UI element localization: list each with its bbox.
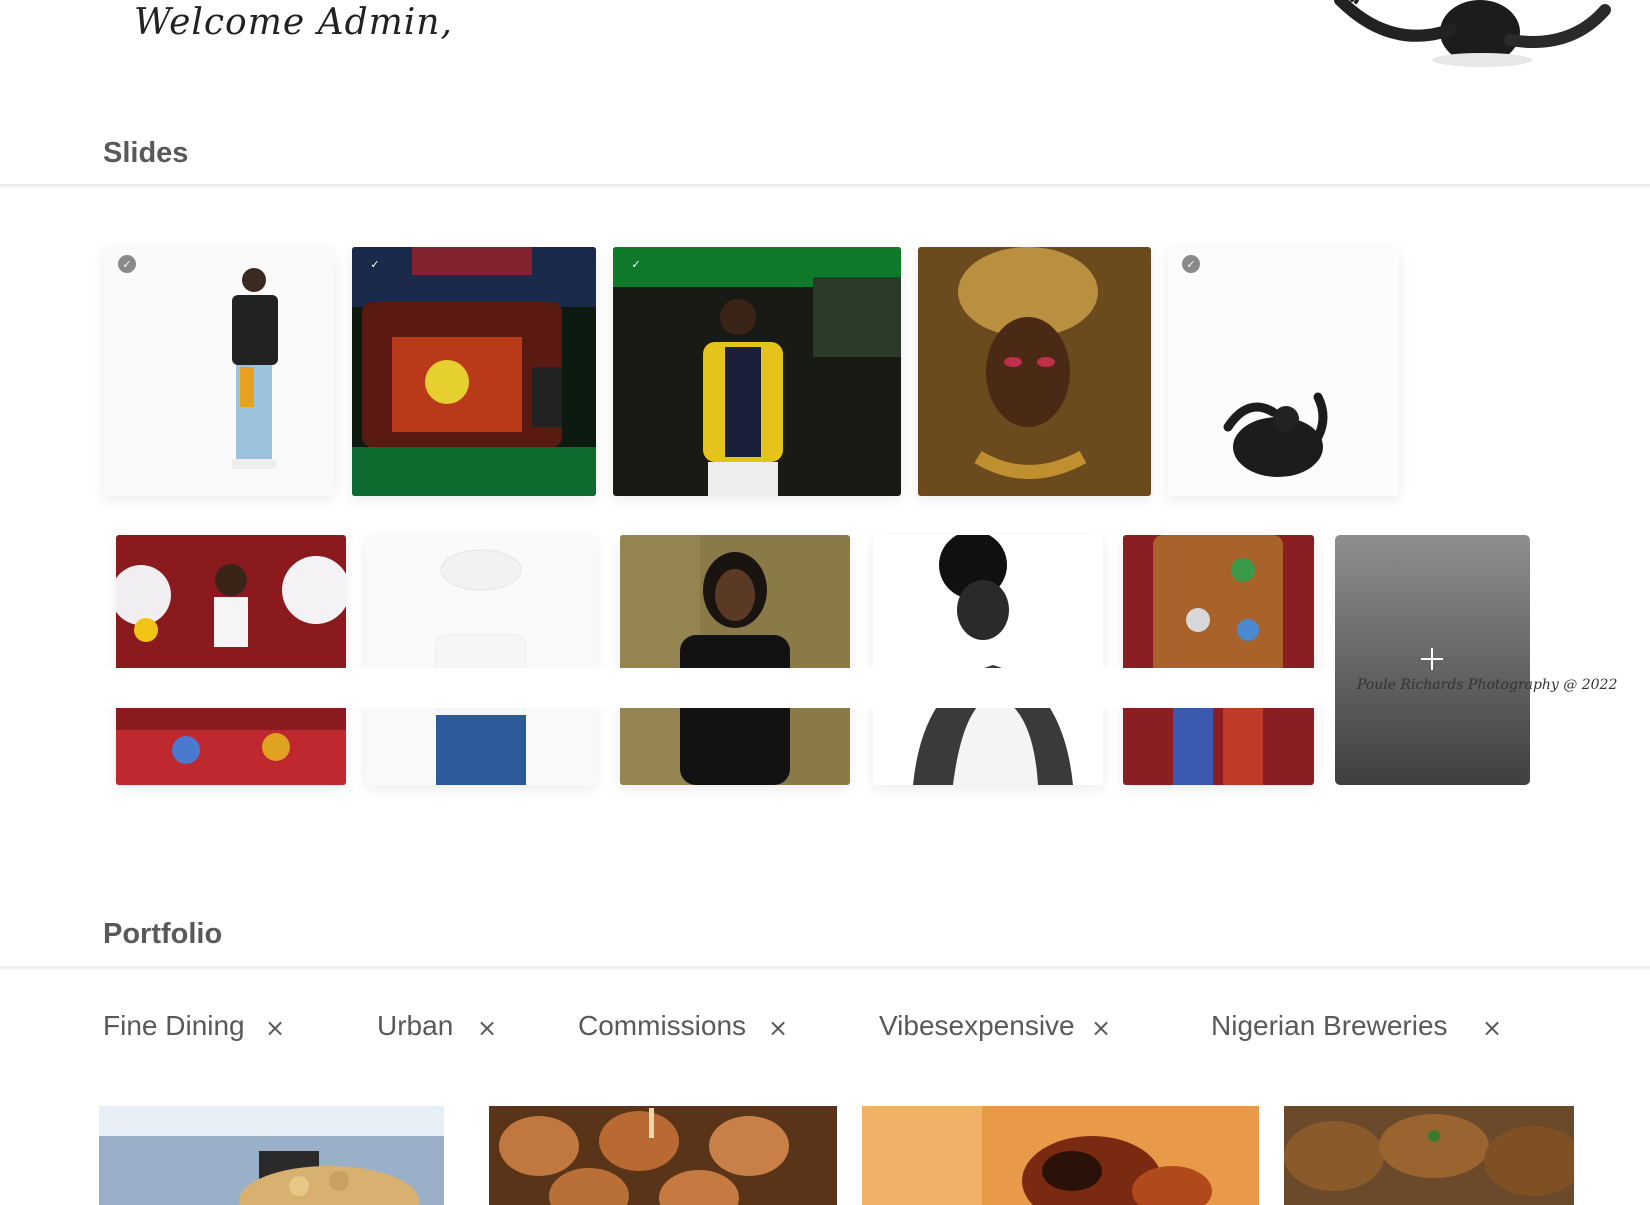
slides-divider xyxy=(0,184,1650,188)
selected-check-icon[interactable]: ✓ xyxy=(1182,255,1200,273)
streetwear-photo xyxy=(104,247,334,496)
remove-category-commissions-icon[interactable]: × xyxy=(768,1014,788,1042)
category-tag-nigerian-breweries[interactable]: Nigerian Breweries xyxy=(1211,1010,1448,1042)
hero-figure-image xyxy=(1334,0,1611,67)
singer-studio-photo xyxy=(613,247,901,496)
slide-tile[interactable] xyxy=(620,535,850,785)
remove-category-nigerian-breweries-icon[interactable]: × xyxy=(1482,1014,1502,1042)
selected-check-icon[interactable]: ✓ xyxy=(627,255,645,273)
welcome-greeting: Welcome Admin, xyxy=(134,2,453,43)
floral-portrait-photo xyxy=(116,535,346,785)
remove-category-fine-dining-icon[interactable]: × xyxy=(265,1014,285,1042)
slide-tile[interactable] xyxy=(1123,535,1314,785)
category-tag-commissions[interactable]: Commissions xyxy=(578,1010,746,1042)
portfolio-thumbnail[interactable] xyxy=(489,1106,837,1205)
slide-tile[interactable]: ✓ xyxy=(613,247,901,496)
stuffed-buns-photo xyxy=(489,1106,837,1205)
bw-profile-photo xyxy=(873,535,1103,785)
portfolio-section-title: Portfolio xyxy=(103,918,223,950)
portfolio-thumbnail[interactable] xyxy=(99,1106,444,1205)
remove-category-urban-icon[interactable]: × xyxy=(477,1014,497,1042)
slide-tile[interactable] xyxy=(116,535,346,785)
watermark-signature: Poule Richards Photography @ 2022 xyxy=(1357,677,1618,693)
slide-tile[interactable]: ✓ xyxy=(104,247,334,496)
slide-tile[interactable]: ✓ xyxy=(1168,247,1399,496)
portfolio-thumbnail[interactable] xyxy=(1284,1106,1574,1205)
silhouette-photo xyxy=(1168,247,1399,496)
grilled-chicken-photo xyxy=(862,1106,1259,1205)
remove-category-vibesexpensive-icon[interactable]: × xyxy=(1091,1014,1111,1042)
slides-section-title: Slides xyxy=(103,137,189,169)
selected-check-icon[interactable]: ✓ xyxy=(366,255,384,273)
slide-tile[interactable] xyxy=(918,247,1151,496)
fried-fritters-photo xyxy=(1284,1106,1574,1205)
white-hat-photo xyxy=(366,535,596,785)
slide-tile[interactable] xyxy=(366,535,596,785)
category-tag-urban[interactable]: Urban xyxy=(377,1010,453,1042)
slide-tile[interactable] xyxy=(873,535,1103,785)
plus-icon xyxy=(1421,648,1443,670)
patchwork-jacket-photo xyxy=(1123,535,1314,785)
camera-monitor-photo xyxy=(352,247,596,496)
headwrap-portrait-photo xyxy=(918,247,1151,496)
popcorn-dish-photo xyxy=(99,1106,444,1205)
category-tag-fine-dining[interactable]: Fine Dining xyxy=(103,1010,245,1042)
black-blazer-photo xyxy=(620,535,850,785)
selected-check-icon[interactable]: ✓ xyxy=(118,255,136,273)
slide-tile[interactable]: ✓ xyxy=(352,247,596,496)
category-tag-vibesexpensive[interactable]: Vibesexpensive xyxy=(879,1010,1075,1042)
portfolio-thumbnail[interactable] xyxy=(862,1106,1259,1205)
portfolio-divider xyxy=(0,966,1650,970)
